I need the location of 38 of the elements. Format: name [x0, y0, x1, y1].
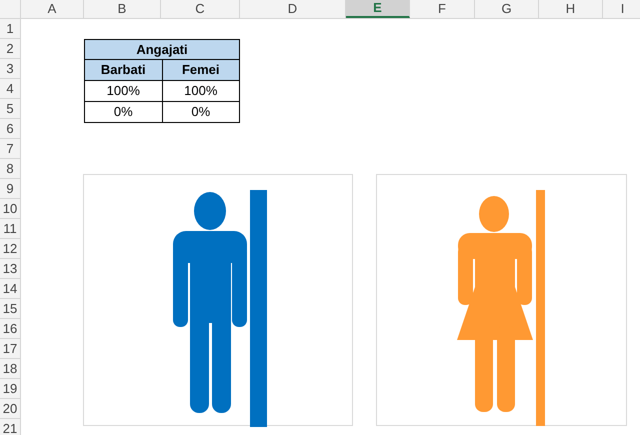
chart-panel[interactable]	[376, 174, 627, 426]
row-header[interactable]: 11	[0, 219, 20, 239]
column-header[interactable]: H	[539, 0, 603, 18]
chart-panel[interactable]	[83, 174, 353, 426]
row-header[interactable]: 4	[0, 79, 20, 99]
row-header[interactable]: 6	[0, 119, 20, 139]
row-header[interactable]: 8	[0, 159, 20, 179]
table-title: Angajati	[85, 40, 239, 60]
table-cell: 0%	[85, 102, 162, 122]
row-header[interactable]: 12	[0, 239, 20, 259]
table-header: Barbati	[85, 60, 162, 80]
row-header[interactable]: 16	[0, 319, 20, 339]
column-header[interactable]: I	[603, 0, 640, 18]
row-header[interactable]: 14	[0, 279, 20, 299]
row-header[interactable]: 21	[0, 419, 20, 435]
table-cell-text: 0%	[190, 103, 212, 122]
table-cell: 100%	[85, 81, 162, 101]
row-header[interactable]: 10	[0, 199, 20, 219]
column-header[interactable]: G	[475, 0, 539, 18]
row-header[interactable]: 7	[0, 139, 20, 159]
table-header: Femei	[180, 61, 221, 80]
row-header[interactable]: 18	[0, 359, 20, 379]
column-header[interactable]: B	[84, 0, 161, 18]
row-header[interactable]: 3	[0, 59, 20, 79]
table-cell-text: 100%	[183, 82, 218, 100]
column-header[interactable]: C	[161, 0, 240, 18]
row-header[interactable]: 15	[0, 299, 20, 319]
row-header[interactable]: 17	[0, 339, 20, 359]
column-header[interactable]: E	[346, 0, 410, 18]
column-header[interactable]: A	[21, 0, 84, 18]
row-header[interactable]: 13	[0, 259, 20, 279]
row-header[interactable]: 9	[0, 179, 20, 199]
row-header[interactable]: 19	[0, 379, 20, 399]
column-header[interactable]: F	[410, 0, 475, 18]
row-header[interactable]: 5	[0, 99, 20, 119]
row-header[interactable]: 2	[0, 39, 20, 59]
row-header[interactable]: 20	[0, 399, 20, 419]
row-header[interactable]: 1	[0, 19, 20, 39]
